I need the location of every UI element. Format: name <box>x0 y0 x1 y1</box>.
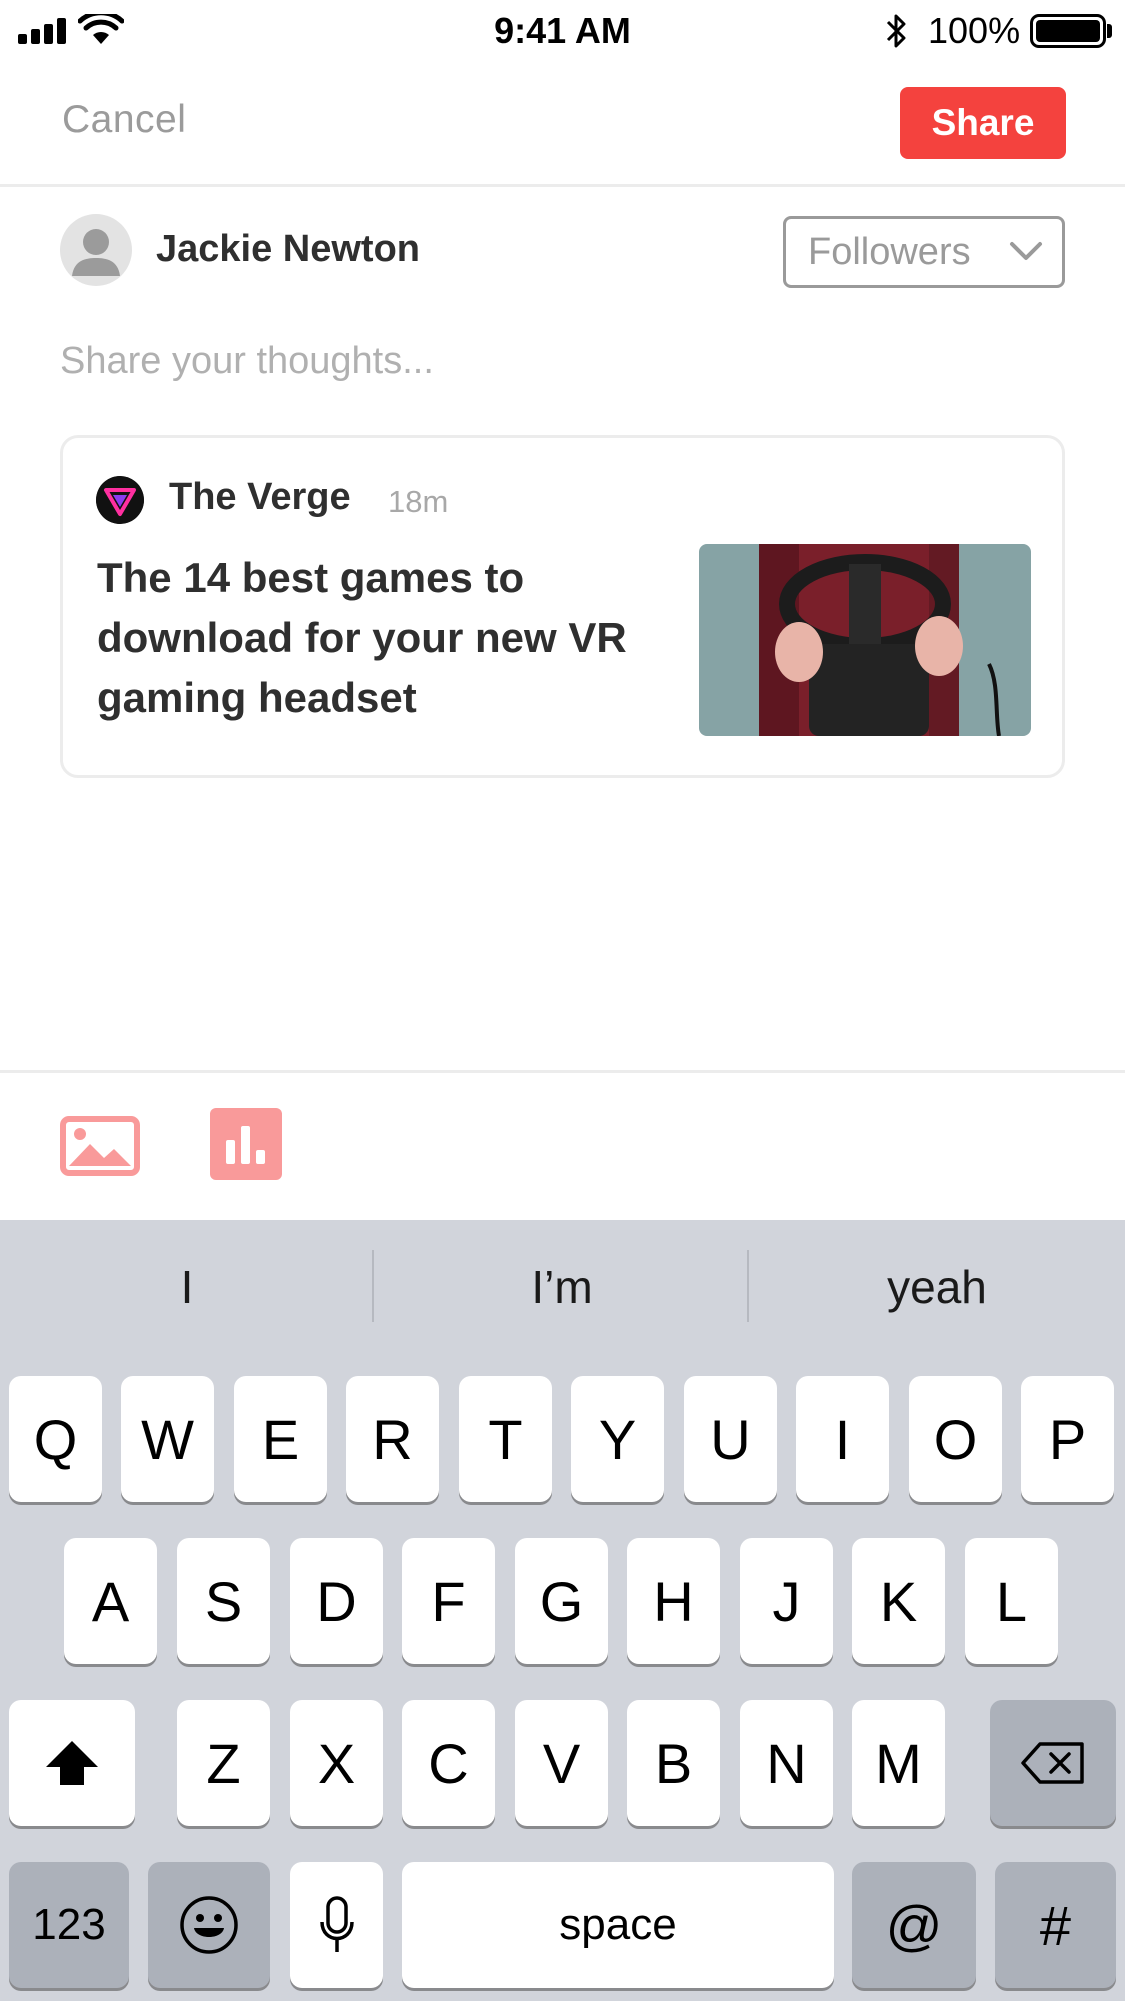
image-icon[interactable] <box>60 1116 140 1176</box>
battery-percent: 100% <box>928 10 1021 51</box>
key-e[interactable]: E <box>234 1376 327 1502</box>
key-p[interactable]: P <box>1021 1376 1114 1502</box>
article-source: The Verge <box>169 476 351 518</box>
cancel-button[interactable]: Cancel <box>62 98 186 142</box>
key-r[interactable]: R <box>346 1376 439 1502</box>
avatar <box>60 214 132 286</box>
key-c[interactable]: C <box>402 1700 495 1826</box>
status-bar: 9:41 AM 100% <box>0 0 1125 60</box>
suggestion-item[interactable]: I’m <box>375 1260 749 1314</box>
shift-arrow-icon <box>46 1741 98 1785</box>
article-card[interactable]: The Verge 18m The 14 best games to downl… <box>60 435 1065 778</box>
key-w[interactable]: W <box>121 1376 214 1502</box>
numbers-key[interactable]: 123 <box>9 1862 129 1988</box>
key-a[interactable]: A <box>64 1538 157 1664</box>
chevron-down-icon <box>1010 242 1042 260</box>
author-name: Jackie Newton <box>156 228 420 270</box>
battery-icon <box>1030 14 1106 48</box>
emoji-icon <box>180 1896 238 1954</box>
space-key[interactable]: space <box>402 1862 834 1988</box>
key-s[interactable]: S <box>177 1538 270 1664</box>
key-l[interactable]: L <box>965 1538 1058 1664</box>
share-button[interactable]: Share <box>900 87 1066 159</box>
key-t[interactable]: T <box>459 1376 552 1502</box>
article-thumbnail <box>699 544 1031 736</box>
thoughts-input[interactable]: Share your thoughts... <box>60 340 434 383</box>
audience-label: Followers <box>808 230 971 273</box>
key-n[interactable]: N <box>740 1700 833 1826</box>
key-v[interactable]: V <box>515 1700 608 1826</box>
key-d[interactable]: D <box>290 1538 383 1664</box>
person-icon <box>72 229 120 276</box>
delete-key[interactable] <box>990 1700 1116 1826</box>
key-f[interactable]: F <box>402 1538 495 1664</box>
key-y[interactable]: Y <box>571 1376 664 1502</box>
hash-key[interactable]: # <box>995 1862 1116 1988</box>
shift-key[interactable] <box>9 1700 135 1826</box>
dictation-key[interactable] <box>290 1862 383 1988</box>
article-title: The 14 best games to download for your n… <box>97 554 627 721</box>
emoji-key[interactable] <box>148 1862 270 1988</box>
nav-divider <box>0 184 1125 187</box>
key-h[interactable]: H <box>627 1538 720 1664</box>
article-age: 18m <box>388 484 449 519</box>
key-k[interactable]: K <box>852 1538 945 1664</box>
audience-dropdown[interactable]: Followers <box>783 216 1065 288</box>
suggestion-item[interactable]: yeah <box>750 1260 1124 1314</box>
key-m[interactable]: M <box>852 1700 945 1826</box>
key-u[interactable]: U <box>684 1376 777 1502</box>
keyboard: I I’m yeah Q W E R T Y U I O P A S D F G… <box>0 1220 1125 2001</box>
key-b[interactable]: B <box>627 1700 720 1826</box>
poll-icon[interactable] <box>210 1108 282 1180</box>
attach-divider <box>0 1070 1125 1073</box>
key-j[interactable]: J <box>740 1538 833 1664</box>
key-o[interactable]: O <box>909 1376 1002 1502</box>
suggestion-divider <box>747 1250 749 1322</box>
key-g[interactable]: G <box>515 1538 608 1664</box>
key-i[interactable]: I <box>796 1376 889 1502</box>
key-x[interactable]: X <box>290 1700 383 1826</box>
bluetooth-icon <box>886 14 906 48</box>
battery-cap <box>1107 24 1112 38</box>
backspace-icon <box>1021 1742 1084 1784</box>
microphone-icon <box>319 1896 354 1952</box>
the-verge-logo-icon <box>96 476 144 524</box>
at-key[interactable]: @ <box>852 1862 976 1988</box>
suggestion-bar: I I’m yeah <box>0 1220 1125 1360</box>
suggestion-item[interactable]: I <box>0 1260 374 1314</box>
suggestion-divider <box>372 1250 374 1322</box>
key-q[interactable]: Q <box>9 1376 102 1502</box>
key-z[interactable]: Z <box>177 1700 270 1826</box>
